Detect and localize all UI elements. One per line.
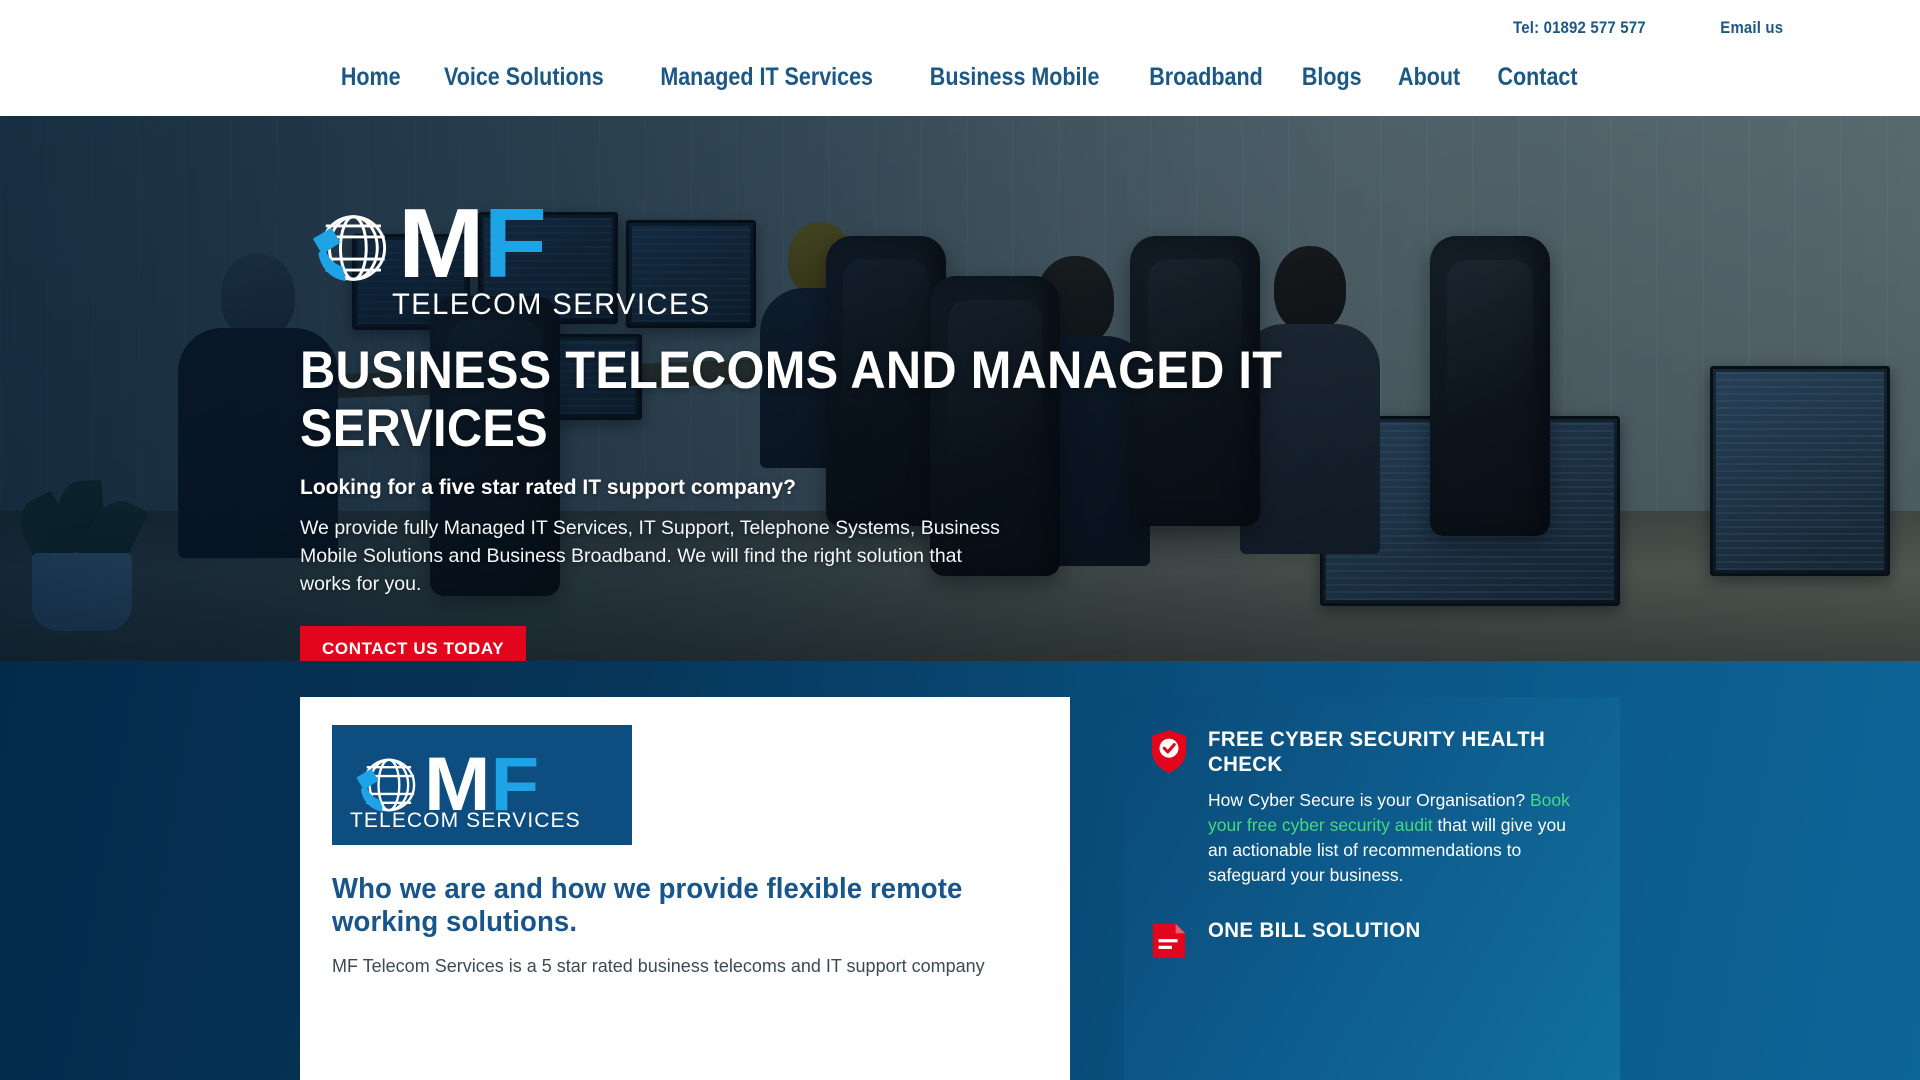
nav-item-about[interactable]: About (1387, 62, 1471, 92)
invoice-icon (1150, 918, 1190, 967)
globe-phone-icon (300, 202, 392, 294)
nav-item-business-mobile[interactable]: Business Mobile (919, 62, 1111, 92)
hero-description: We provide fully Managed IT Services, IT… (300, 517, 1000, 595)
contact-us-today-button[interactable]: CONTACT US TODAY (300, 626, 527, 661)
feature-title: ONE BILL SOLUTION (1208, 918, 1421, 942)
feature-item-one-bill: ONE BILL SOLUTION (1150, 918, 1590, 967)
about-heading: Who we are and how we provide flexible r… (332, 873, 963, 938)
utility-bar: Tel: 01892 577 577 Email us (0, 0, 1920, 56)
about-card: MF TELECOM SERVICES Who we are and how w… (300, 697, 1070, 1080)
feature-title: FREE CYBER SECURITY HEALTH CHECK (1208, 727, 1546, 776)
nav-item-broadband[interactable]: Broadband (1138, 62, 1274, 92)
phone-link[interactable]: Tel: 01892 577 577 (1513, 18, 1646, 38)
feature-text: How Cyber Secure is your Organisation? B… (1208, 788, 1590, 888)
company-logo: MF TELECOM SERVICES (332, 725, 632, 845)
nav-item-managed-it-services[interactable]: Managed IT Services (649, 62, 884, 92)
hero-logo-wordmark: MF (398, 188, 547, 298)
nav-item-home[interactable]: Home (329, 62, 411, 92)
nav-item-contact[interactable]: Contact (1486, 62, 1588, 92)
intro-section: MF TELECOM SERVICES Who we are and how w… (0, 661, 1920, 1080)
feature-item-cyber-security: FREE CYBER SECURITY HEALTH CHECK How Cyb… (1150, 727, 1590, 888)
nav-item-voice-solutions[interactable]: Voice Solutions (433, 62, 615, 92)
main-navigation: Home Voice Solutions Managed IT Services… (0, 56, 1920, 116)
email-link[interactable]: Email us (1721, 18, 1784, 38)
hero-heading: BUSINESS TELECOMS AND MANAGED IT SERVICE… (300, 341, 1283, 458)
hero-logo: MF TELECOM SERVICES (300, 188, 1620, 321)
hero-logo-tagline: TELECOM SERVICES (392, 288, 711, 321)
shield-check-icon (1150, 727, 1190, 888)
about-body: MF Telecom Services is a 5 star rated bu… (332, 956, 985, 976)
hero-banner: MF TELECOM SERVICES BUSINESS TELECOMS AN… (0, 116, 1920, 661)
feature-list: FREE CYBER SECURITY HEALTH CHECK How Cyb… (1124, 697, 1620, 1080)
logo-wordmark: MF (424, 742, 540, 827)
hero-subheading: Looking for a five star rated IT support… (300, 476, 796, 499)
nav-item-blogs[interactable]: Blogs (1291, 62, 1373, 92)
feature-text-before: How Cyber Secure is your Organisation? (1208, 790, 1530, 810)
logo-tagline: TELECOM SERVICES (350, 809, 581, 832)
